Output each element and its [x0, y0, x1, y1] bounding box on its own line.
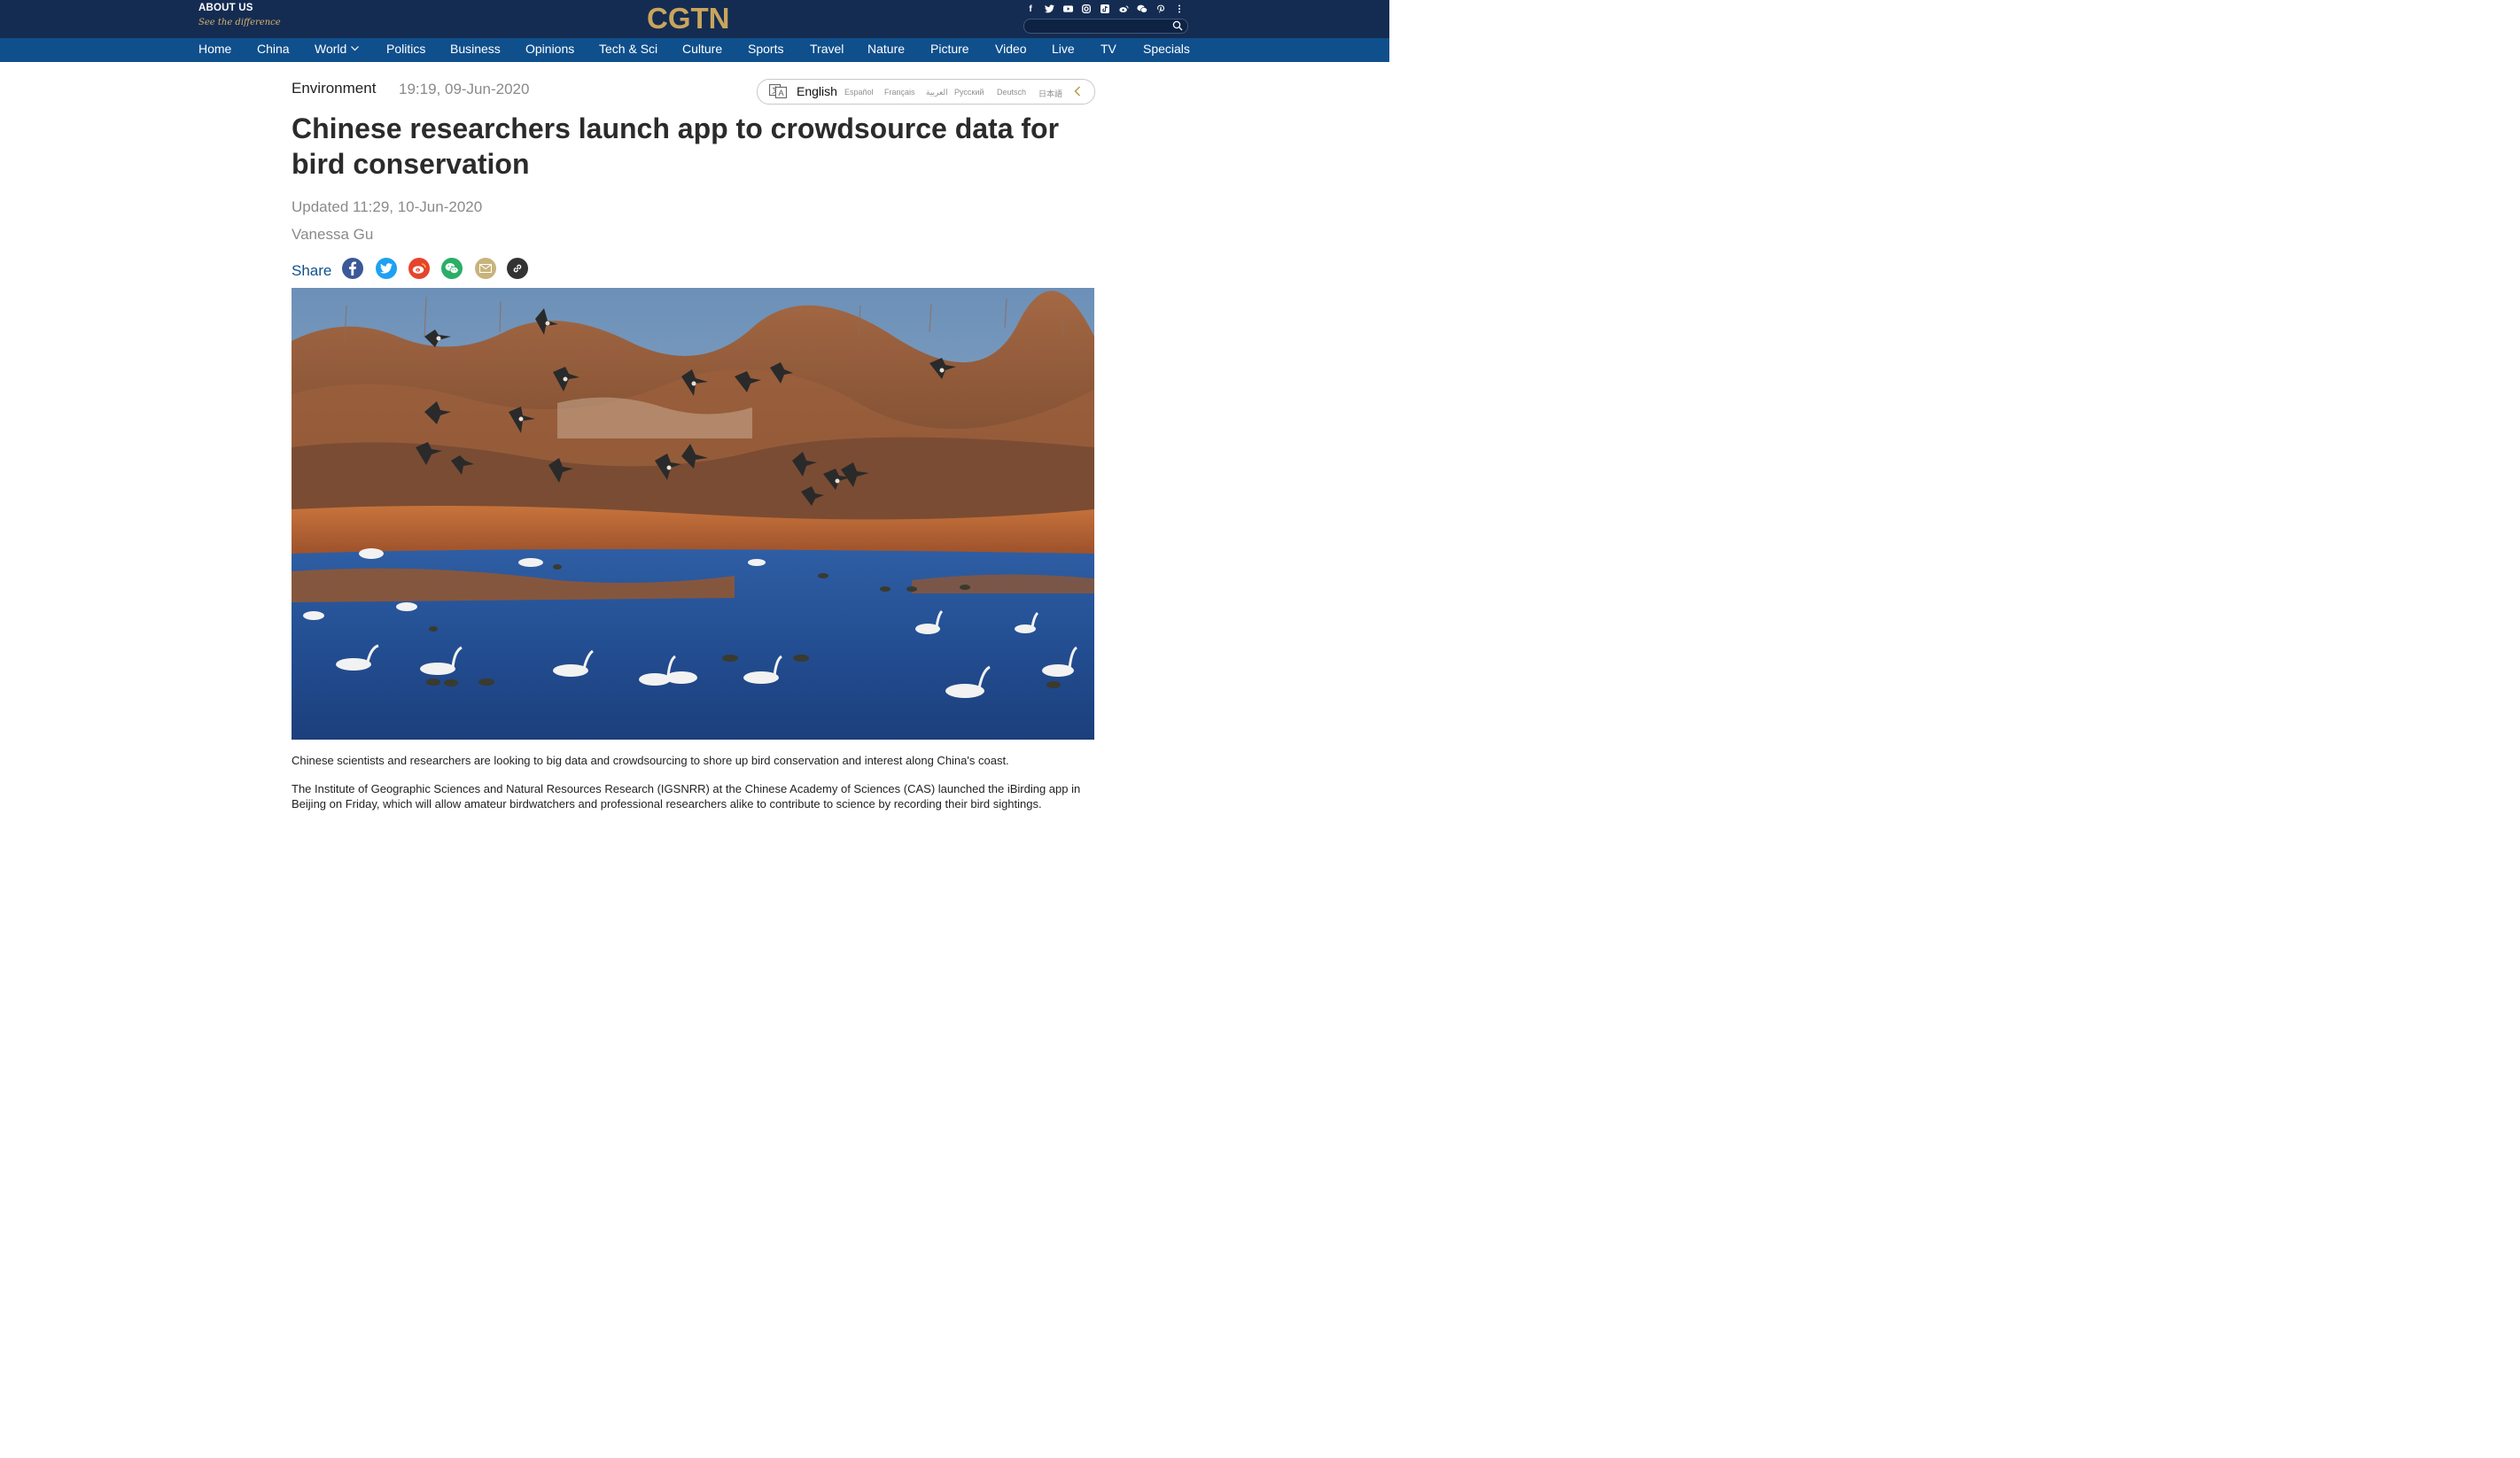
- article-title: Chinese researchers launch app to crowds…: [292, 112, 1060, 180]
- language-japanese[interactable]: 日本語: [1038, 88, 1062, 99]
- language-switcher: 文 A English Español Français العربية Рус…: [757, 79, 1095, 105]
- chevron-left-icon[interactable]: [1074, 86, 1081, 97]
- language-english[interactable]: English: [797, 84, 837, 98]
- share-label: Share: [292, 262, 332, 279]
- nav-item-business[interactable]: Business: [450, 42, 501, 56]
- wechat-share-icon[interactable]: [441, 258, 463, 279]
- instagram-icon[interactable]: [1079, 3, 1093, 15]
- svg-text:A: A: [779, 89, 784, 97]
- article-paragraph: The Institute of Geographic Sciences and…: [292, 782, 1081, 810]
- nav-item-world-label: World: [315, 42, 347, 56]
- facebook-icon[interactable]: f: [1023, 3, 1038, 15]
- main-nav: Home China World Politics Business Opini…: [0, 38, 1389, 62]
- chevron-down-icon: [351, 46, 360, 51]
- article-paragraph: Chinese scientists and researchers are l…: [292, 754, 1009, 767]
- nav-item-travel[interactable]: Travel: [810, 42, 844, 56]
- language-espanol[interactable]: Español: [844, 88, 874, 97]
- category-link[interactable]: Environment: [292, 80, 376, 97]
- pinterest-icon[interactable]: [1154, 3, 1168, 15]
- search-icon[interactable]: [1172, 20, 1183, 31]
- nav-item-sports[interactable]: Sports: [748, 42, 783, 56]
- weibo-icon[interactable]: [1116, 3, 1131, 15]
- language-francais[interactable]: Français: [884, 88, 915, 97]
- author-name: Vanessa Gu: [292, 226, 374, 243]
- nav-item-live[interactable]: Live: [1052, 42, 1075, 56]
- weibo-share-icon[interactable]: [408, 258, 430, 279]
- article-hero-image: [292, 288, 1094, 740]
- social-links: f: [1023, 3, 1186, 15]
- language-russian[interactable]: Русский: [954, 88, 984, 97]
- publish-date: 19:19, 09-Jun-2020: [399, 81, 530, 97]
- search-box[interactable]: [1023, 19, 1188, 34]
- search-input[interactable]: [1031, 19, 1164, 33]
- nav-item-tv[interactable]: TV: [1101, 42, 1116, 56]
- email-share-icon[interactable]: [475, 258, 496, 279]
- nav-item-home[interactable]: Home: [198, 42, 231, 56]
- cgtn-logo[interactable]: CGTN: [647, 2, 730, 35]
- slogan: See the difference: [198, 18, 281, 27]
- language-german[interactable]: Deutsch: [997, 88, 1026, 97]
- link-share-icon[interactable]: [507, 258, 528, 279]
- nav-item-opinions[interactable]: Opinions: [525, 42, 574, 56]
- nav-item-picture[interactable]: Picture: [930, 42, 969, 56]
- youtube-icon[interactable]: [1061, 3, 1075, 15]
- nav-item-culture[interactable]: Culture: [682, 42, 722, 56]
- wechat-icon[interactable]: [1135, 3, 1149, 15]
- more-icon[interactable]: [1172, 3, 1186, 15]
- updated-date: Updated 11:29, 10-Jun-2020: [292, 198, 483, 215]
- twitter-share-icon[interactable]: [376, 258, 397, 279]
- facebook-share-icon[interactable]: [342, 258, 363, 279]
- nav-item-specials[interactable]: Specials: [1143, 42, 1190, 56]
- language-arabic[interactable]: العربية: [926, 88, 948, 97]
- nav-item-china[interactable]: China: [257, 42, 290, 56]
- nav-item-tech-sci[interactable]: Tech & Sci: [599, 42, 657, 56]
- nav-item-nature[interactable]: Nature: [867, 42, 905, 56]
- top-header: ABOUT US See the difference CGTN f: [0, 0, 1389, 38]
- about-us-link[interactable]: ABOUT US: [198, 3, 253, 13]
- translate-icon: 文 A: [769, 84, 787, 98]
- nav-item-video[interactable]: Video: [995, 42, 1027, 56]
- twitter-icon[interactable]: [1042, 3, 1056, 15]
- nav-item-politics[interactable]: Politics: [386, 42, 425, 56]
- tiktok-icon[interactable]: [1098, 3, 1112, 15]
- nav-item-world[interactable]: World: [315, 42, 360, 56]
